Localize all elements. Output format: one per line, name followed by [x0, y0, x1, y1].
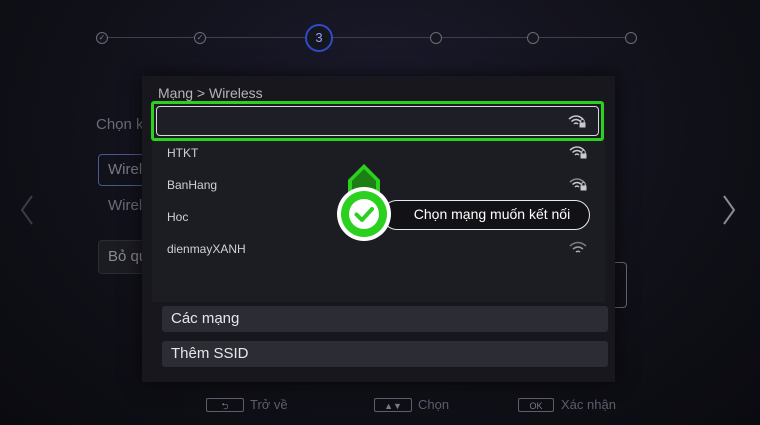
- callout-text: Chọn mạng muốn kết nối: [382, 200, 590, 230]
- selection-highlight: [151, 101, 604, 141]
- step-5: [527, 32, 539, 44]
- step-1-done: ✓: [96, 32, 108, 44]
- wifi-lock-icon: [569, 145, 587, 159]
- bg-prompt-text: Chọn k: [96, 116, 144, 133]
- check-icon: [337, 164, 391, 241]
- chevron-right-icon[interactable]: [722, 195, 736, 225]
- network-label: Hoc: [167, 210, 189, 224]
- up-down-icon: ▲▼: [374, 398, 412, 412]
- select-hint: Chọn: [418, 397, 450, 412]
- stepper-line: [102, 37, 632, 38]
- setup-stepper: ✓ ✓ 3: [96, 24, 638, 52]
- step-6: [625, 32, 637, 44]
- step-3-active: 3: [305, 24, 333, 52]
- back-hint: Trở về: [250, 397, 288, 412]
- chevron-left-icon[interactable]: [20, 195, 34, 225]
- instruction-callout: Chọn mạng muốn kết nối: [334, 164, 592, 244]
- bg-option-text: Wirel: [108, 197, 143, 214]
- networks-button[interactable]: Các mạng: [162, 306, 608, 332]
- ok-key: OK: [518, 398, 554, 412]
- network-label: BanHang: [167, 178, 218, 192]
- step-4: [430, 32, 442, 44]
- network-label: HTKT: [167, 146, 199, 160]
- add-ssid-button[interactable]: Thêm SSID: [162, 341, 608, 367]
- bg-selected-field-text: Wirel: [108, 161, 143, 178]
- confirm-hint: Xác nhận: [561, 397, 616, 412]
- network-label: dienmayXANH: [167, 242, 246, 256]
- back-arrow-icon: ⮌: [206, 398, 244, 412]
- step-2-done: ✓: [194, 32, 206, 44]
- breadcrumb: Mạng > Wireless: [158, 85, 263, 101]
